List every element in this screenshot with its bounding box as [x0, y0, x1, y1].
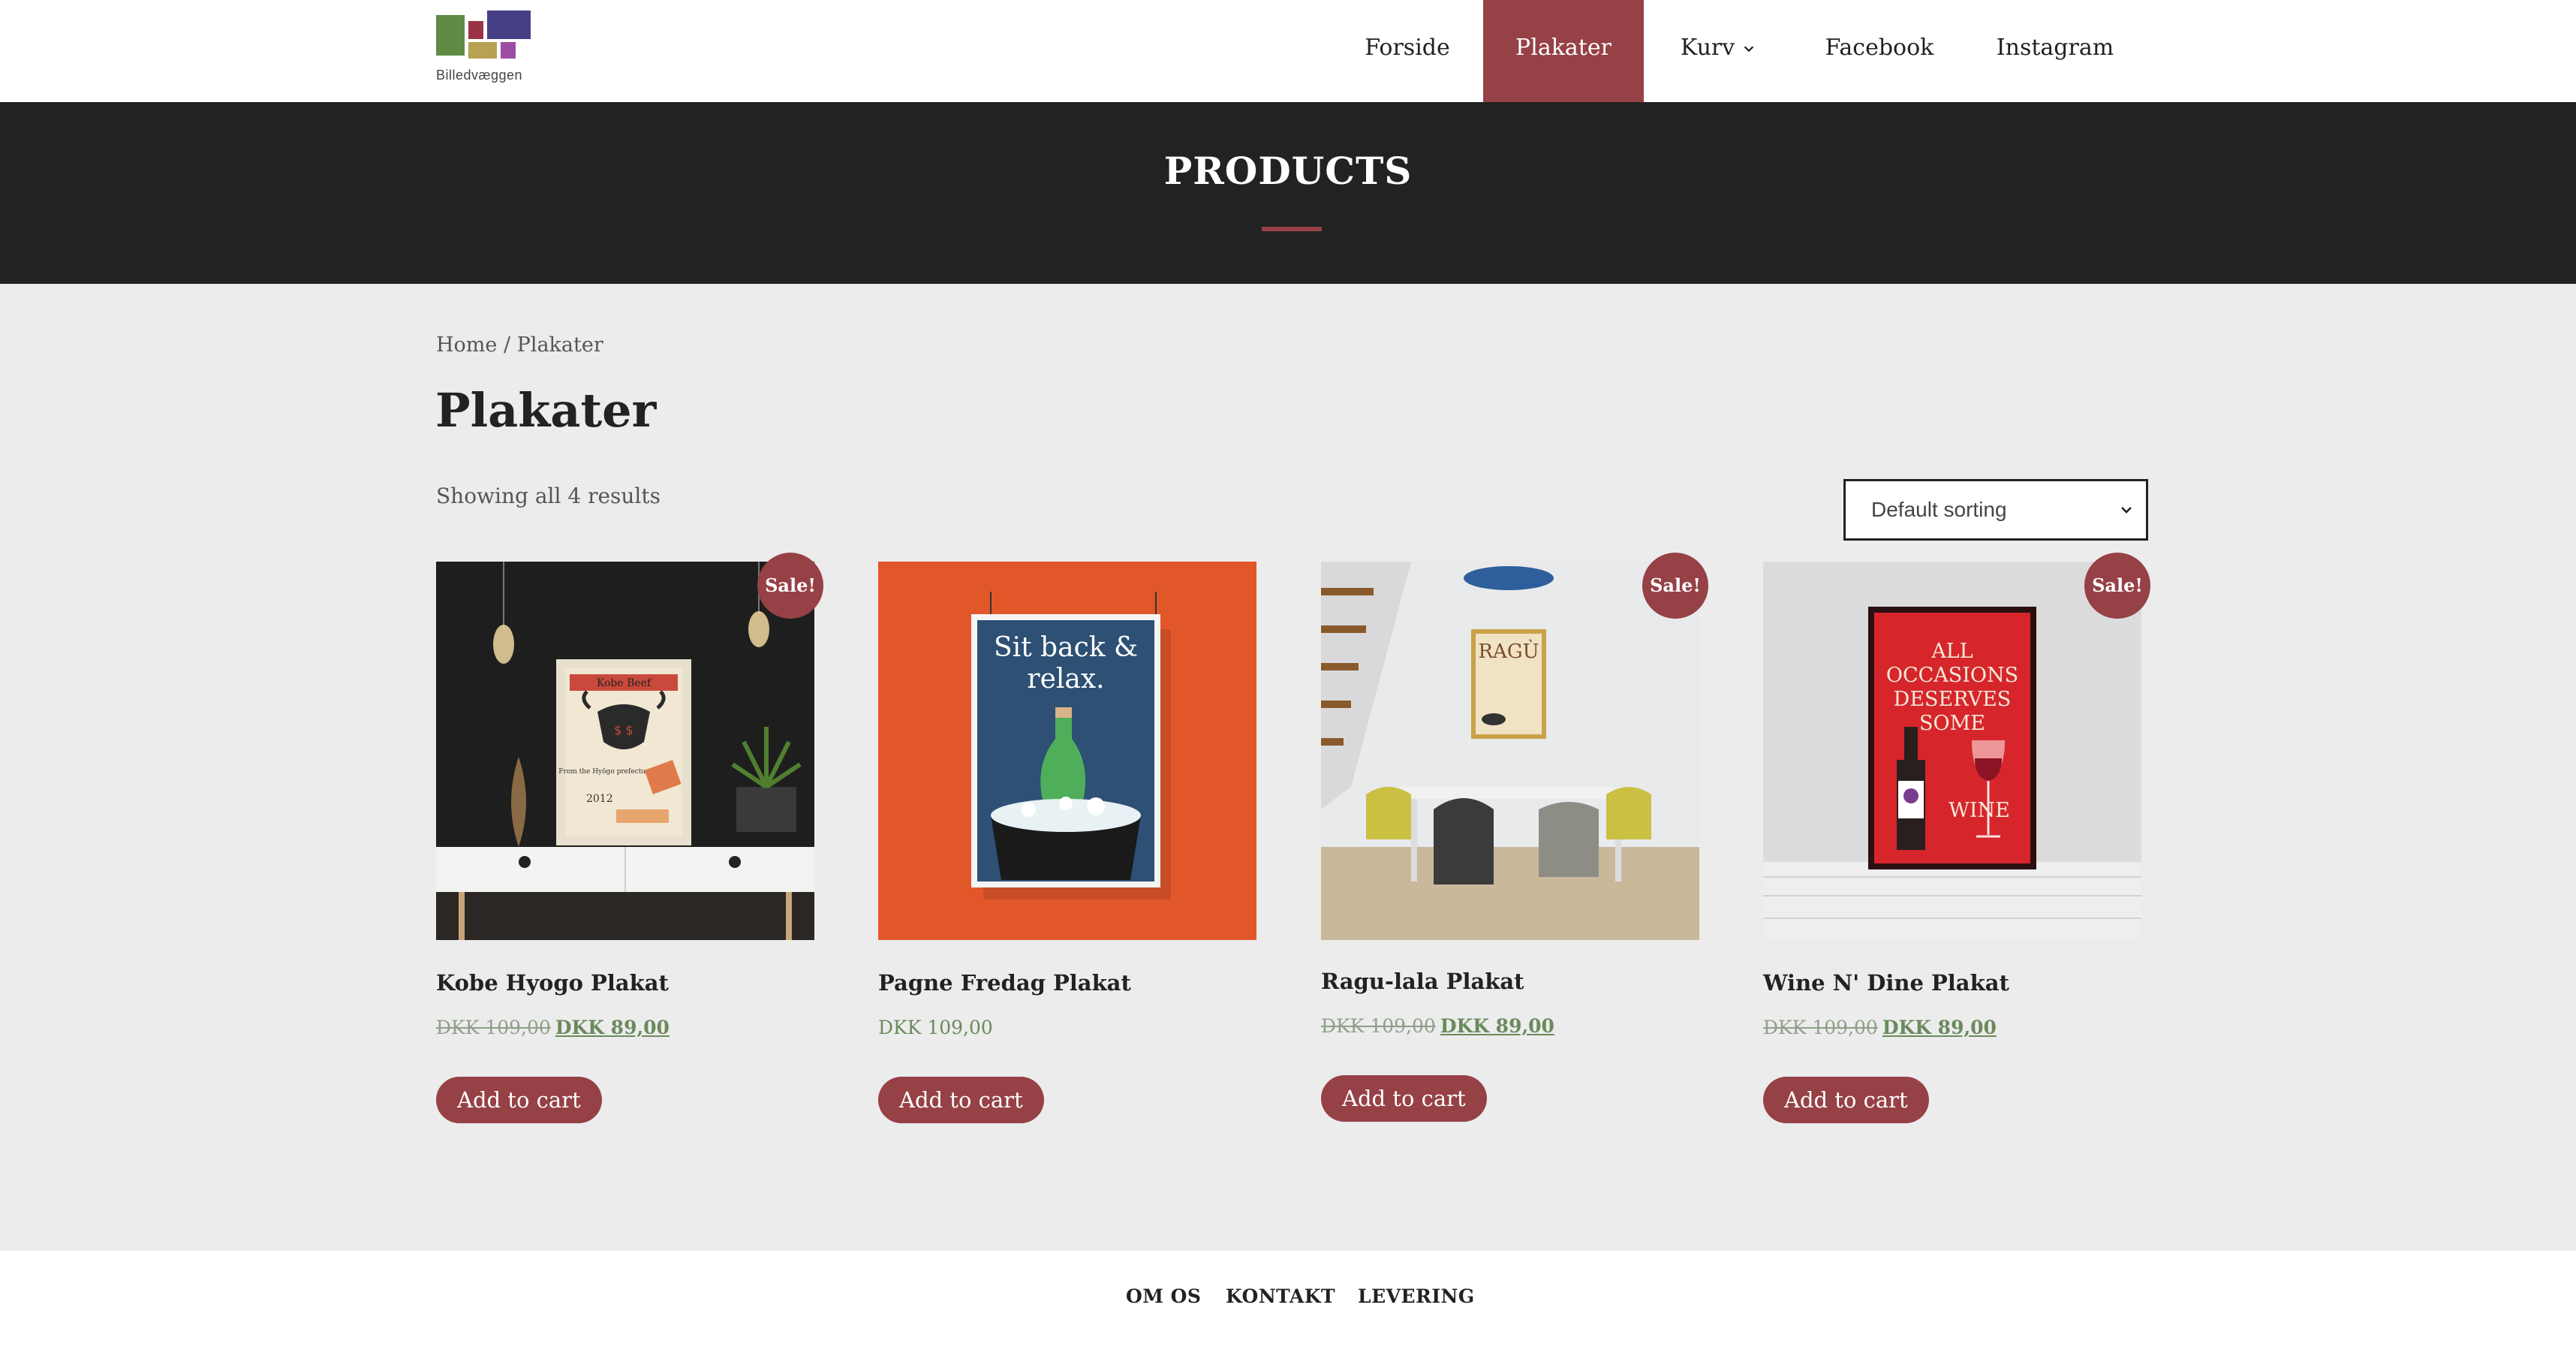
- product-name[interactable]: Pagne Fredag Plakat: [878, 970, 1268, 996]
- logo-gold-block: [468, 42, 497, 59]
- ragu-poster-scene-image: RAGÙ: [1321, 562, 1699, 940]
- footer-link-om-os[interactable]: OM OS: [1126, 1285, 1202, 1307]
- sale-badge: Sale!: [1642, 553, 1708, 619]
- sorting-select[interactable]: Default sorting: [1843, 479, 2148, 541]
- sale-badge: Sale!: [2084, 553, 2150, 619]
- add-to-cart-button[interactable]: Add to cart: [1763, 1077, 1929, 1123]
- nav-item-kurv[interactable]: Kurv: [1644, 0, 1792, 102]
- old-price: DKK 109,00: [1763, 1017, 1878, 1038]
- product-price: DKK 109,00 DKK 89,00: [1321, 1015, 1554, 1037]
- wine-poster-scene-image: ALL OCCASIONS DESERVES SOME WINE: [1763, 562, 2141, 940]
- sale-price: DKK 89,00: [1882, 1017, 1997, 1038]
- sale-price: DKK 89,00: [555, 1017, 670, 1038]
- page-banner: PRODUCTS: [0, 102, 2576, 284]
- nav-item-forside[interactable]: Forside: [1332, 0, 1482, 102]
- chevron-down-icon: [1744, 46, 1754, 53]
- banner-title: PRODUCTS: [1163, 149, 1413, 193]
- poster-wine-line5: WINE: [1949, 799, 2010, 822]
- product-image-wine[interactable]: ALL OCCASIONS DESERVES SOME WINE: [1763, 562, 2141, 940]
- poster-pagne-line1: Sit back &: [994, 632, 1138, 663]
- nav-item-facebook[interactable]: Facebook: [1792, 0, 1967, 102]
- footer-link-levering[interactable]: LEVERING: [1358, 1285, 1475, 1307]
- poster-kobe-subtitle: From the Hyōgo prefecture: [558, 768, 652, 776]
- breadcrumb-separator: /: [497, 333, 517, 357]
- kobe-poster-scene-image: Kobe Beef $ $ From the Hyōgo prefecture …: [436, 562, 814, 940]
- product-price: DKK 109,00 DKK 89,00: [436, 1017, 670, 1038]
- nav-item-instagram[interactable]: Instagram: [1967, 0, 2144, 102]
- product-image-pagne[interactable]: Sit back & relax.: [878, 562, 1256, 940]
- site-header: Billedvæggen Forside Plakater Kurv Faceb…: [0, 0, 2576, 102]
- breadcrumb-home-link[interactable]: Home: [436, 333, 497, 357]
- add-to-cart-button[interactable]: Add to cart: [436, 1077, 602, 1123]
- chevron-down-icon: [2121, 507, 2132, 514]
- product-name[interactable]: Ragu-lala Plakat: [1321, 969, 1711, 994]
- old-price: DKK 109,00: [1321, 1015, 1436, 1037]
- sale-price: DKK 89,00: [1440, 1015, 1554, 1037]
- product-price: DKK 109,00 DKK 89,00: [1763, 1017, 1997, 1038]
- product-price: DKK 109,00: [878, 1017, 993, 1038]
- logo-text: Billedvæggen: [436, 68, 523, 83]
- product-name[interactable]: Wine N' Dine Plakat: [1763, 970, 2153, 996]
- poster-wine-line1: ALL: [1930, 640, 1973, 663]
- svg-text:$ $: $ $: [614, 723, 633, 737]
- poster-kobe-year: 2012: [586, 793, 613, 805]
- poster-kobe-title: Kobe Beef: [597, 677, 652, 689]
- poster-ragu-title: RAGÙ: [1478, 639, 1539, 663]
- add-to-cart-button[interactable]: Add to cart: [878, 1077, 1044, 1123]
- add-to-cart-button[interactable]: Add to cart: [1321, 1075, 1487, 1122]
- site-logo[interactable]: Billedvæggen: [436, 11, 534, 87]
- poster-pagne-line2: relax.: [1027, 664, 1104, 695]
- product-name[interactable]: Kobe Hyogo Plakat: [436, 970, 826, 996]
- breadcrumb: Home / Plakater: [436, 333, 603, 357]
- poster-wine-line4: SOME: [1919, 712, 1985, 735]
- nav-item-kurv-label: Kurv: [1680, 35, 1735, 61]
- sorting-selected-value: Default sorting: [1871, 498, 2007, 521]
- page-title: Plakater: [435, 383, 657, 438]
- result-count: Showing all 4 results: [436, 484, 661, 508]
- old-price: DKK 109,00: [436, 1017, 551, 1038]
- poster-wine-line3: DESERVES: [1894, 688, 2012, 711]
- logo-blue-block: [487, 11, 531, 39]
- banner-divider: [1262, 227, 1322, 231]
- logo-purple-block: [501, 42, 516, 59]
- site-footer: OM OS KONTAKT LEVERING: [0, 1251, 2576, 1347]
- logo-red-block: [468, 21, 483, 39]
- footer-link-kontakt[interactable]: KONTAKT: [1226, 1285, 1335, 1307]
- product-image-kobe[interactable]: Kobe Beef $ $ From the Hyōgo prefecture …: [436, 562, 814, 940]
- product-image-ragu[interactable]: RAGÙ: [1321, 562, 1699, 940]
- poster-wine-line2: OCCASIONS: [1886, 664, 2018, 687]
- pagne-poster-scene-image: Sit back & relax.: [878, 562, 1256, 940]
- nav-item-plakater[interactable]: Plakater: [1483, 0, 1644, 102]
- logo-green-block: [436, 15, 465, 56]
- sale-badge: Sale!: [757, 553, 823, 619]
- regular-price: DKK 109,00: [878, 1017, 993, 1038]
- breadcrumb-current: Plakater: [516, 333, 603, 357]
